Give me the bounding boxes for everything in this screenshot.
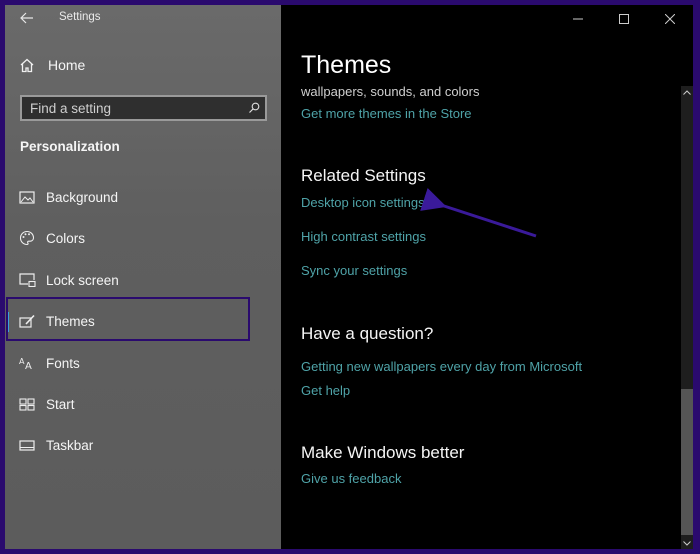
make-windows-better-heading: Make Windows better [301,443,465,462]
sidebar-item-label: Colors [46,230,86,246]
maximize-button[interactable] [601,5,647,33]
maximize-icon [619,14,629,24]
taskbar-icon [18,437,36,453]
store-link[interactable]: Get more themes in the Store [301,106,472,121]
close-button[interactable] [647,5,693,33]
fonts-icon: AA [18,355,36,371]
sidebar-item-label: Taskbar [46,437,94,453]
themes-icon [18,313,36,329]
sidebar-item-start[interactable]: Start [5,384,281,424]
sidebar-item-label: Lock screen [46,272,119,288]
search-box[interactable] [20,95,267,121]
scrollbar-thumb[interactable] [681,389,693,535]
chevron-up-icon [683,89,691,95]
get-help-link[interactable]: Get help [301,383,350,398]
section-title: Personalization [20,139,120,154]
lock-screen-icon [18,272,36,288]
wallpapers-link[interactable]: Getting new wallpapers every day from Mi… [301,359,582,374]
start-icon [18,396,36,412]
home-label: Home [48,57,86,73]
sidebar-item-fonts[interactable]: AA Fonts [5,343,281,383]
sidebar: Settings Home Personalization Background… [5,5,281,549]
sidebar-item-themes[interactable]: Themes [5,301,281,341]
sidebar-item-label: Start [46,396,75,412]
home-link[interactable]: Home [19,57,85,73]
chevron-down-icon [683,540,691,546]
related-settings-heading: Related Settings [301,166,426,185]
back-arrow-icon [20,12,33,24]
minimize-icon [573,18,583,20]
desktop-icon-settings-link[interactable]: Desktop icon settings [301,195,425,210]
page-subtitle: wallpapers, sounds, and colors [301,84,480,99]
active-indicator [6,312,9,332]
sidebar-item-lock-screen[interactable]: Lock screen [5,260,281,300]
high-contrast-settings-link[interactable]: High contrast settings [301,229,426,244]
page-title: Themes [301,51,392,79]
search-icon[interactable] [243,97,265,119]
svg-text:A: A [25,361,32,370]
sidebar-item-label: Background [46,189,119,205]
scroll-up-button[interactable] [681,86,693,98]
app-title: Settings [59,11,101,23]
home-icon [20,58,34,72]
feedback-link[interactable]: Give us feedback [301,471,401,486]
settings-window: Settings Home Personalization Background… [5,5,693,549]
sidebar-item-taskbar[interactable]: Taskbar [5,425,281,465]
window-controls [555,5,693,33]
question-heading: Have a question? [301,324,434,343]
scrollbar[interactable] [681,86,693,549]
picture-icon [18,189,36,205]
scroll-down-button[interactable] [681,537,693,549]
sidebar-item-background[interactable]: Background [5,177,281,217]
sidebar-item-label: Fonts [46,355,80,371]
sync-settings-link[interactable]: Sync your settings [301,263,407,278]
palette-icon [18,230,36,246]
arrow-line [420,188,537,238]
search-input[interactable] [22,100,243,116]
sidebar-item-label: Themes [46,313,95,329]
close-icon [665,14,675,24]
minimize-button[interactable] [555,5,601,33]
back-button[interactable] [17,9,37,27]
sidebar-item-colors[interactable]: Colors [5,218,281,258]
